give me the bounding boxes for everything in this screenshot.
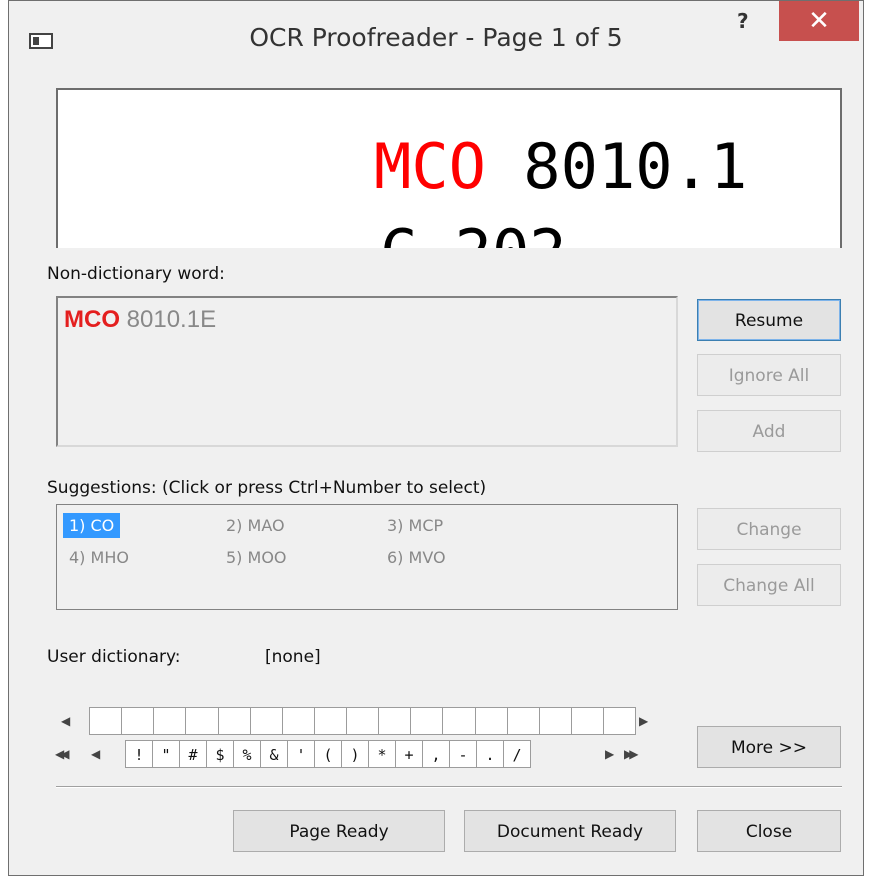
- char-slot[interactable]: [506, 707, 540, 735]
- char-slot[interactable]: [121, 707, 155, 735]
- non-dictionary-word-box[interactable]: MCO 8010.1E: [56, 296, 678, 447]
- suggestions-list[interactable]: 1) CO 2) MAO 3) MCP 4) MHO 5) MOO 6) MVO: [56, 504, 678, 610]
- char-key[interactable]: ,: [422, 740, 450, 768]
- suggestion-item[interactable]: 2) MAO: [220, 513, 291, 538]
- char-slot[interactable]: [249, 707, 283, 735]
- page-preview: MCO 8010.1 C 202: [56, 88, 842, 248]
- scroll-right-arrow-icon[interactable]: ▶: [639, 714, 648, 728]
- suggestion-item[interactable]: 6) MVO: [381, 545, 452, 570]
- suggestion-item[interactable]: 3) MCP: [381, 513, 449, 538]
- first-page-arrow-icon[interactable]: ◀◀: [55, 747, 70, 761]
- char-key[interactable]: #: [179, 740, 207, 768]
- preview-bad-word: MCO: [374, 130, 486, 203]
- char-slot[interactable]: [89, 707, 123, 735]
- scroll-left-arrow-icon[interactable]: ◀: [61, 714, 70, 728]
- user-dictionary-value: [none]: [265, 647, 321, 667]
- char-slot[interactable]: [153, 707, 187, 735]
- suggestion-item[interactable]: 1) CO: [63, 513, 121, 538]
- char-key[interactable]: ': [287, 740, 315, 768]
- char-key[interactable]: *: [368, 740, 396, 768]
- close-button[interactable]: Close: [697, 810, 841, 852]
- window-title: OCR Proofreader - Page 1 of 5: [249, 23, 623, 52]
- char-key[interactable]: !: [125, 740, 153, 768]
- preview-line-2: C 202: [380, 216, 567, 248]
- char-slot[interactable]: [217, 707, 251, 735]
- page-ready-button[interactable]: Page Ready: [233, 810, 445, 852]
- char-key[interactable]: (: [314, 740, 342, 768]
- suggestion-item[interactable]: 5) MOO: [220, 545, 293, 570]
- highlighted-word: MCO: [64, 306, 120, 333]
- prev-page-arrow-icon[interactable]: ◀: [91, 747, 100, 761]
- divider: [56, 786, 842, 788]
- char-key[interactable]: ": [152, 740, 180, 768]
- char-key[interactable]: -: [449, 740, 477, 768]
- preview-rest-text: 8010.1: [485, 130, 748, 203]
- context-text: 8010.1E: [120, 306, 217, 333]
- resume-button[interactable]: Resume: [697, 299, 841, 341]
- char-slot[interactable]: [603, 707, 637, 735]
- character-input-bar[interactable]: [89, 707, 637, 735]
- suggestion-item[interactable]: 4) MHO: [63, 545, 135, 570]
- add-button[interactable]: Add: [697, 410, 841, 452]
- non-dictionary-label: Non-dictionary word:: [47, 264, 225, 284]
- char-key[interactable]: &: [260, 740, 288, 768]
- char-slot[interactable]: [346, 707, 380, 735]
- close-window-button[interactable]: ✕: [779, 1, 859, 41]
- char-slot[interactable]: [538, 707, 572, 735]
- char-key[interactable]: ): [341, 740, 369, 768]
- char-slot[interactable]: [185, 707, 219, 735]
- char-slot[interactable]: [570, 707, 604, 735]
- user-dictionary-label: User dictionary:: [47, 647, 181, 667]
- change-all-button[interactable]: Change All: [697, 564, 841, 606]
- document-ready-button[interactable]: Document Ready: [464, 810, 676, 852]
- char-slot[interactable]: [410, 707, 444, 735]
- char-key[interactable]: .: [476, 740, 504, 768]
- char-key[interactable]: $: [206, 740, 234, 768]
- char-key[interactable]: +: [395, 740, 423, 768]
- special-character-row: ! " # $ % & ' ( ) * + , - . /: [125, 740, 531, 768]
- last-page-arrow-icon[interactable]: ▶▶: [624, 747, 639, 761]
- suggestions-label: Suggestions: (Click or press Ctrl+Number…: [47, 478, 487, 498]
- more-button[interactable]: More >>: [697, 726, 841, 768]
- char-key[interactable]: %: [233, 740, 261, 768]
- help-icon[interactable]: ?: [737, 9, 749, 33]
- change-button[interactable]: Change: [697, 508, 841, 550]
- char-slot[interactable]: [378, 707, 412, 735]
- title-bar[interactable]: OCR Proofreader - Page 1 of 5 ? ✕: [9, 1, 863, 73]
- next-page-arrow-icon[interactable]: ▶: [605, 747, 614, 761]
- char-slot[interactable]: [313, 707, 347, 735]
- char-key[interactable]: /: [503, 740, 531, 768]
- preview-line-1: MCO 8010.1: [374, 130, 747, 203]
- ocr-proofreader-dialog: OCR Proofreader - Page 1 of 5 ? ✕ MCO 80…: [8, 0, 864, 876]
- char-slot[interactable]: [281, 707, 315, 735]
- ignore-all-button[interactable]: Ignore All: [697, 354, 841, 396]
- char-slot[interactable]: [474, 707, 508, 735]
- char-slot[interactable]: [442, 707, 476, 735]
